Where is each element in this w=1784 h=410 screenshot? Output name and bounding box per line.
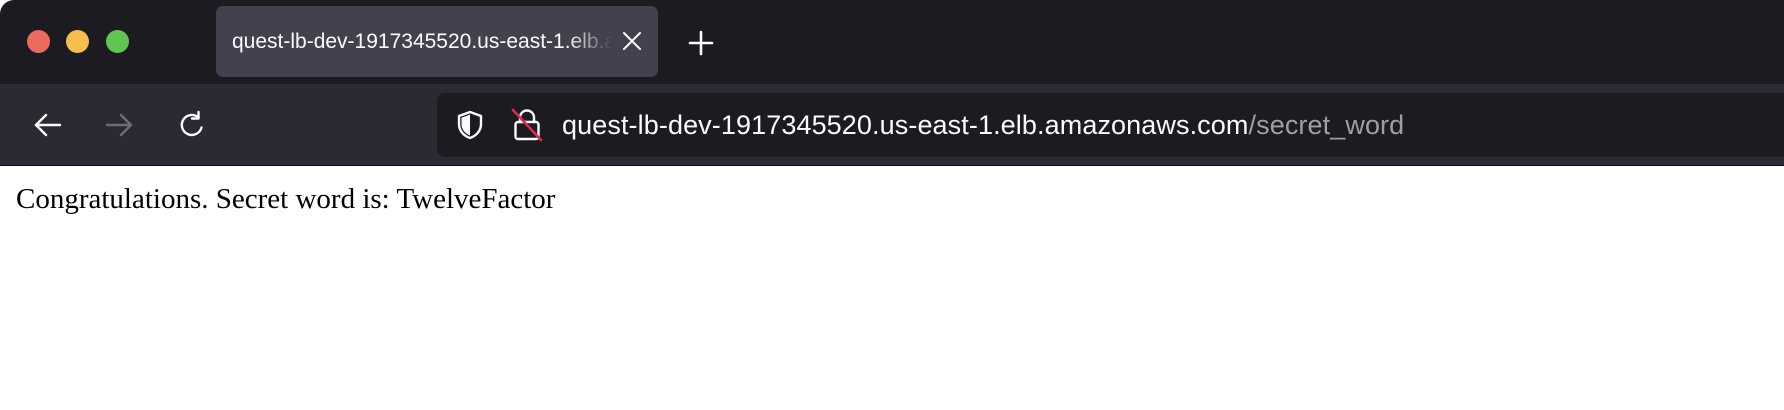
reload-icon[interactable] (177, 110, 207, 140)
url-host: quest-lb-dev-1917345520.us-east-1.elb.am… (562, 110, 1249, 140)
browser-window: quest-lb-dev-1917345520.us-east-1.elb.am… (0, 0, 1784, 410)
tab-active[interactable]: quest-lb-dev-1917345520.us-east-1.elb.am… (216, 6, 658, 77)
window-maximize-button[interactable] (106, 30, 129, 53)
insecure-lock-icon[interactable] (511, 108, 543, 142)
close-icon[interactable] (621, 30, 643, 52)
url-path: /secret_word (1248, 110, 1405, 140)
arrow-left-icon[interactable] (33, 110, 63, 140)
url-text[interactable]: quest-lb-dev-1917345520.us-east-1.elb.am… (562, 93, 1404, 157)
window-minimize-button[interactable] (66, 30, 89, 53)
tab-title: quest-lb-dev-1917345520.us-east-1.elb.am… (232, 30, 612, 53)
shield-icon[interactable] (454, 109, 486, 141)
plus-icon[interactable] (688, 30, 714, 56)
url-bar[interactable]: quest-lb-dev-1917345520.us-east-1.elb.am… (437, 93, 1784, 157)
page-message: Congratulations. Secret word is: TwelveF… (16, 183, 556, 215)
page-content: Congratulations. Secret word is: TwelveF… (0, 166, 1784, 410)
window-close-button[interactable] (27, 30, 50, 53)
arrow-right-icon (105, 113, 133, 137)
navigation-toolbar: quest-lb-dev-1917345520.us-east-1.elb.am… (0, 84, 1784, 166)
tab-bar: quest-lb-dev-1917345520.us-east-1.elb.am… (0, 0, 1784, 84)
